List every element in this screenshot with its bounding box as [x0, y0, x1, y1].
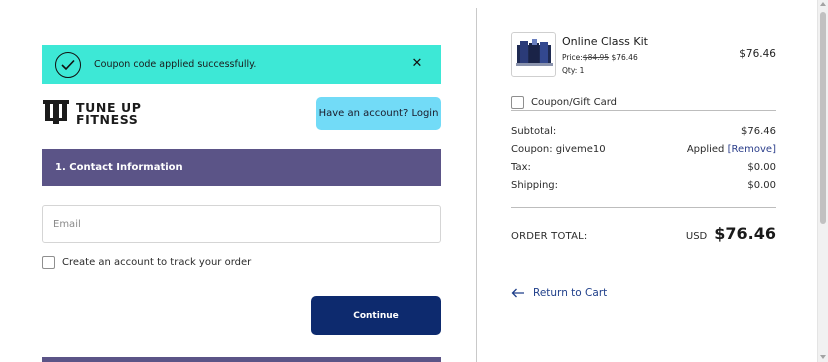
- shipping-label: Shipping:: [511, 180, 558, 191]
- create-account-label: Create an account to track your order: [62, 257, 252, 268]
- scroll-up-icon[interactable]: [820, 2, 826, 6]
- coupon-gift-card-option[interactable]: Coupon/Gift Card: [511, 96, 617, 109]
- page-scrollbar[interactable]: [817, 0, 828, 362]
- remove-coupon-link[interactable]: [Remove]: [728, 144, 776, 155]
- create-account-option[interactable]: Create an account to track your order: [42, 256, 251, 269]
- banner-message: Coupon code applied successfully.: [94, 59, 257, 70]
- create-account-checkbox[interactable]: [42, 256, 55, 269]
- tax-row: Tax: $0.00: [511, 162, 776, 173]
- arrow-left-icon: [511, 288, 524, 298]
- return-to-cart-label[interactable]: Return to Cart: [533, 287, 607, 299]
- coupon-success-banner: Coupon code applied successfully. ✕: [42, 45, 441, 84]
- shipping-row: Shipping: $0.00: [511, 180, 776, 191]
- product-price: Price:$84.95 $76.46: [562, 53, 638, 62]
- coupon-gift-card-checkbox[interactable]: [511, 96, 524, 109]
- tax-label: Tax:: [511, 162, 531, 173]
- coupon-gift-card-label: Coupon/Gift Card: [531, 97, 617, 108]
- line-total: $76.46: [739, 48, 776, 60]
- sale-price: $76.46: [611, 53, 638, 62]
- coupon-label: Coupon: giveme10: [511, 144, 606, 155]
- scrollbar-thumb[interactable]: [820, 12, 826, 224]
- close-icon[interactable]: ✕: [411, 57, 423, 70]
- scroll-down-icon[interactable]: [820, 355, 826, 359]
- coupon-status: Applied [Remove]: [687, 144, 776, 155]
- coupon-row: Coupon: giveme10 Applied [Remove]: [511, 144, 776, 155]
- email-input[interactable]: [42, 205, 441, 243]
- order-total-label: ORDER TOTAL:: [511, 231, 588, 242]
- divider: [511, 207, 776, 208]
- subtotal-label: Subtotal:: [511, 126, 557, 137]
- logo-text-line2: FITNESS: [76, 112, 139, 127]
- continue-button[interactable]: Continue: [311, 296, 441, 335]
- product-thumbnail: [511, 32, 556, 77]
- checkmark-circle-icon: [55, 52, 81, 78]
- order-summary-column: Online Class Kit Price:$84.95 $76.46 Qty…: [477, 0, 817, 362]
- order-total-amount: $76.46: [714, 224, 776, 243]
- tax-value: $0.00: [747, 162, 776, 173]
- return-to-cart-link[interactable]: Return to Cart: [511, 287, 607, 299]
- shipping-value: $0.00: [747, 180, 776, 191]
- divider: [511, 110, 776, 111]
- product-kit-image: [516, 39, 553, 66]
- order-total-value: USD $76.46: [686, 224, 776, 243]
- next-section-header[interactable]: [42, 357, 441, 362]
- checkout-form-column: Coupon code applied successfully. ✕ TUNE…: [0, 0, 476, 362]
- product-name: Online Class Kit: [562, 35, 648, 48]
- price-label: Price:: [562, 53, 583, 62]
- currency-code: USD: [685, 231, 708, 242]
- login-button[interactable]: Have an account? Login: [316, 97, 441, 130]
- order-total-row: ORDER TOTAL: USD $76.46: [511, 224, 776, 243]
- logo-mark-icon: [43, 100, 69, 124]
- subtotal-row: Subtotal: $76.46: [511, 126, 776, 137]
- coupon-applied-text: Applied: [686, 144, 725, 155]
- contact-information-header[interactable]: 1. Contact Information: [42, 149, 441, 186]
- remove-coupon-label[interactable]: Remove: [732, 144, 773, 155]
- subtotal-value: $76.46: [741, 126, 776, 137]
- original-price: $84.95: [582, 53, 610, 62]
- product-quantity: Qty: 1: [562, 66, 585, 75]
